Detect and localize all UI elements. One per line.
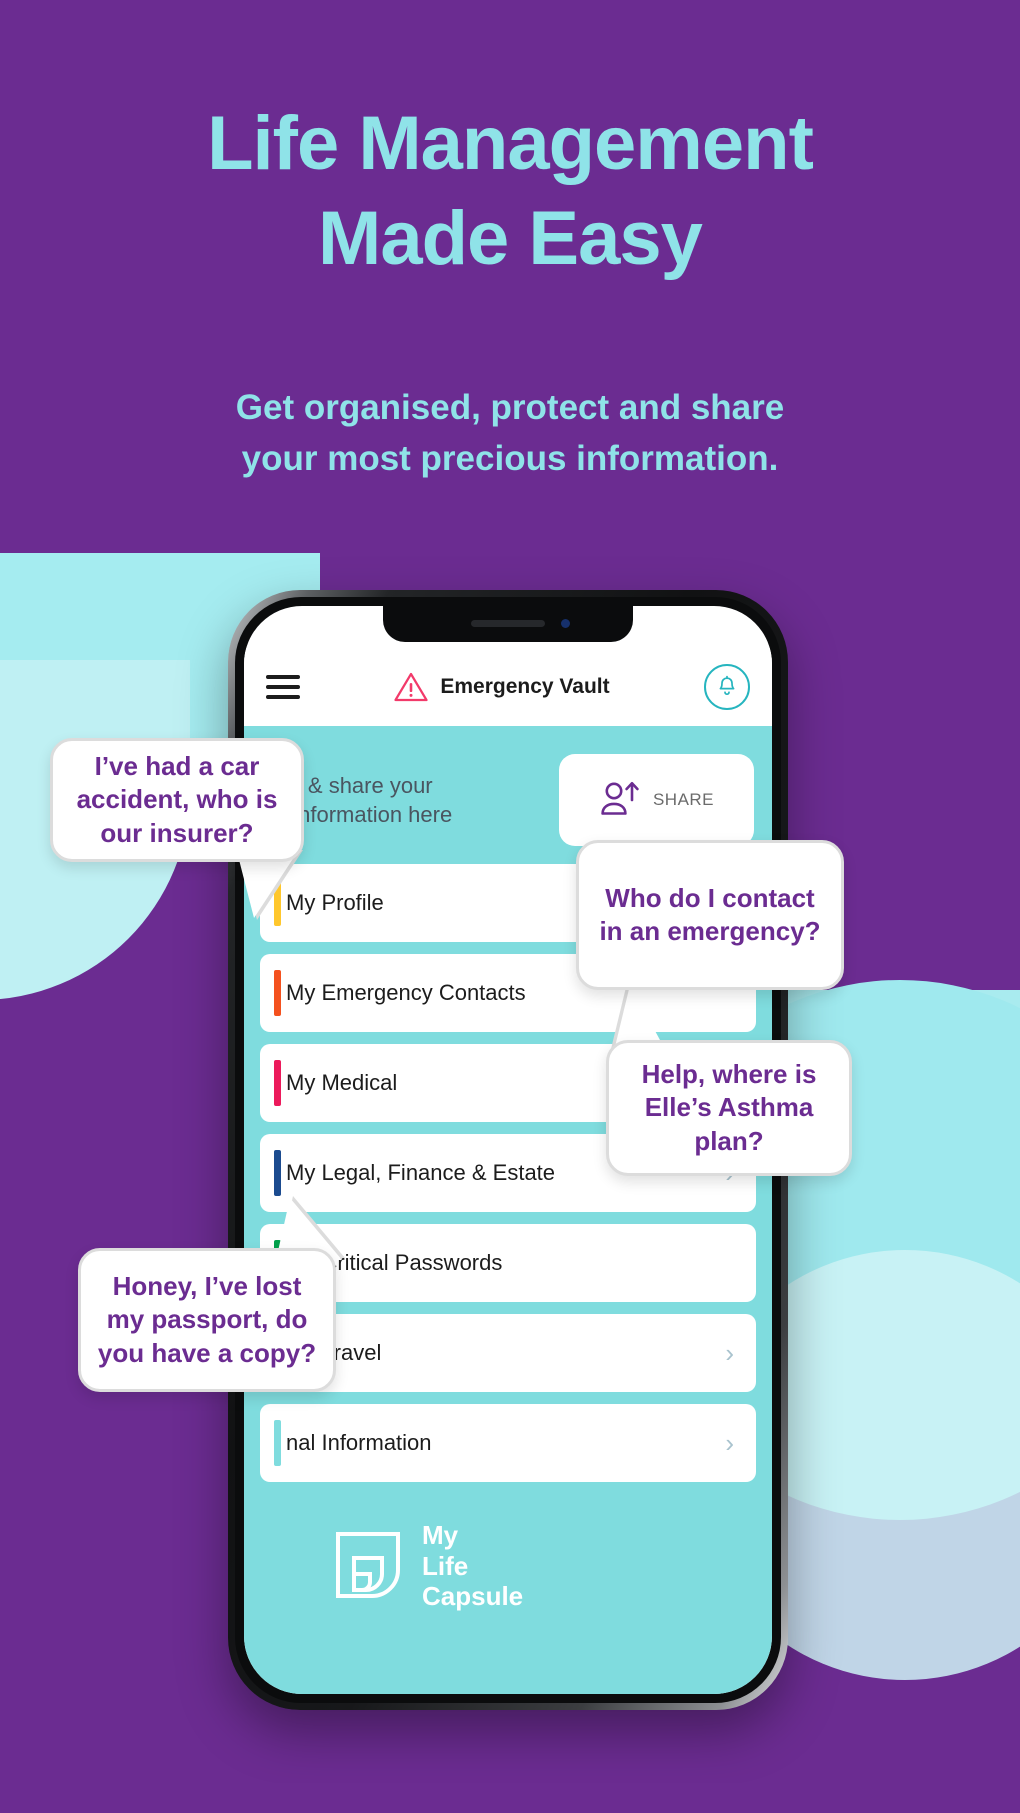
bottom-edge-band	[0, 1783, 1020, 1813]
page-headline: Life Management Made Easy	[0, 96, 1020, 286]
vault-item-color-bar	[274, 1150, 281, 1196]
promo-poster: Life Management Made Easy Get organised,…	[0, 0, 1020, 1813]
speech-bubble-insurer: I’ve had a car accident, who is our insu…	[50, 738, 304, 862]
brand-wordmark: My Life Capsule	[422, 1520, 523, 1612]
earpiece-speaker	[471, 620, 545, 627]
subheadline-line-2: your most precious information.	[241, 438, 779, 478]
warning-triangle-icon	[394, 672, 428, 702]
my-life-capsule-leaf-icon	[336, 1532, 400, 1598]
chevron-right-icon: ›	[725, 1428, 734, 1458]
brand-word-life: Life	[422, 1550, 469, 1581]
vault-item-color-bar	[274, 970, 281, 1016]
app-header: Emergency Vault	[244, 648, 772, 726]
brand-word-my: My	[422, 1520, 459, 1550]
front-camera-icon	[561, 619, 570, 628]
app-brand-logo: My Life Capsule	[244, 1494, 772, 1612]
headline-line-1: Life Management	[207, 101, 814, 186]
brand-word-capsule: Capsule	[422, 1581, 524, 1612]
app-title: Emergency Vault	[440, 675, 610, 698]
page-subheadline: Get organised, protect and share your mo…	[0, 383, 1020, 485]
headline-line-2: Made Easy	[318, 196, 703, 281]
vault-item-color-bar	[274, 1060, 281, 1106]
speech-bubble-asthma-plan: Help, where is Elle’s Asthma plan?	[606, 1040, 852, 1176]
share-button-label: SHARE	[652, 790, 715, 809]
vault-item-label: My Critical Passwords	[286, 1250, 503, 1275]
app-header-title-group: Emergency Vault	[300, 672, 704, 702]
hamburger-icon[interactable]	[266, 675, 300, 699]
bell-icon	[719, 675, 735, 696]
speech-bubble-passport: Honey, I’ve lost my passport, do you hav…	[78, 1248, 336, 1392]
person-share-icon	[601, 781, 639, 815]
vault-item-label: nal Information	[286, 1430, 432, 1455]
notifications-button[interactable]	[704, 664, 750, 710]
vault-item-color-bar	[274, 1420, 281, 1466]
speech-bubble-emergency-contact: Who do I contact in an emergency?	[576, 840, 844, 990]
chevron-right-icon: ›	[725, 1338, 734, 1368]
vault-item-label: My Travel	[286, 1340, 382, 1365]
share-button[interactable]: SHARE	[559, 754, 754, 846]
phone-notch	[383, 606, 633, 642]
subheadline-line-1: Get organised, protect and share	[235, 388, 785, 427]
vault-list-item[interactable]: nal Information ›	[260, 1404, 756, 1482]
